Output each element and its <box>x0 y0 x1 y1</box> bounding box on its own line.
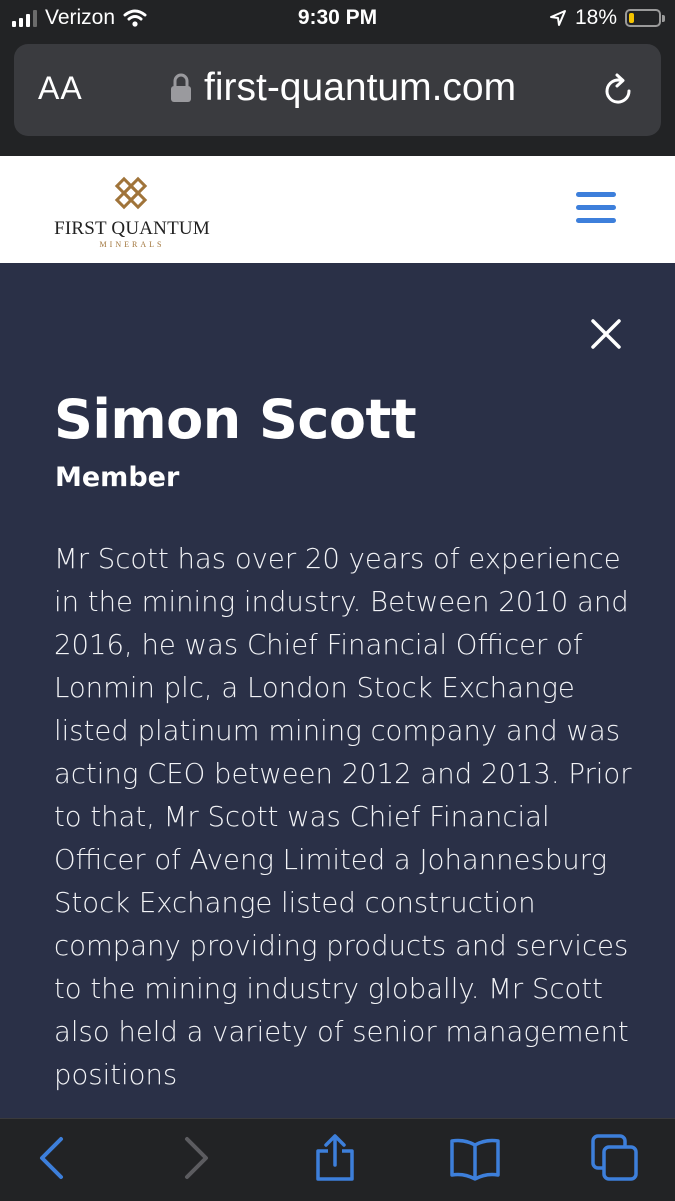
bottom-toolbar <box>0 1118 675 1201</box>
reader-view-button[interactable]: AA <box>38 70 83 107</box>
bio-role: Member <box>55 462 180 493</box>
logo-title: FIRST QUANTUM <box>54 218 210 239</box>
battery-icon <box>625 9 665 27</box>
first-quantum-logo[interactable]: FIRST QUANTUM MINERALS <box>54 172 210 262</box>
logo-subtitle: MINERALS <box>99 240 165 249</box>
tabs-button[interactable] <box>590 1133 640 1183</box>
reload-icon[interactable] <box>599 72 637 110</box>
site-header: FIRST QUANTUM MINERALS <box>0 156 675 263</box>
url-text: first-quantum.com <box>204 66 517 109</box>
hamburger-icon[interactable] <box>576 192 618 226</box>
back-icon <box>40 1137 63 1179</box>
battery-percent: 18% <box>574 6 617 29</box>
forward-button[interactable] <box>170 1133 220 1183</box>
share-icon <box>316 1134 354 1181</box>
status-right: 18% <box>549 6 665 30</box>
status-bar: Verizon 9:30 PM 18% <box>0 0 675 38</box>
back-button[interactable] <box>28 1133 78 1183</box>
bio-name: Simon Scott <box>54 388 417 451</box>
bio-text: Mr Scott has over 20 years of experience… <box>54 543 632 1091</box>
forward-icon <box>185 1137 208 1179</box>
bookmarks-button[interactable] <box>450 1133 500 1183</box>
address-bar[interactable]: AA first-quantum.com <box>14 44 661 136</box>
url-field[interactable]: first-quantum.com <box>170 66 516 110</box>
location-arrow-icon <box>549 10 566 26</box>
lock-icon <box>171 73 191 102</box>
logo-mark-icon <box>114 176 148 210</box>
reader-view-label: AA <box>38 70 83 106</box>
close-icon[interactable] <box>588 316 624 352</box>
bookmarks-icon <box>450 1138 500 1181</box>
browser-chrome: AA first-quantum.com <box>0 38 675 156</box>
share-button[interactable] <box>310 1133 360 1183</box>
tabs-icon <box>591 1134 638 1181</box>
